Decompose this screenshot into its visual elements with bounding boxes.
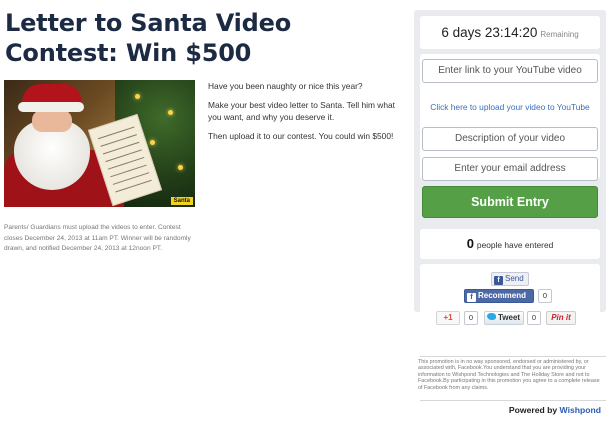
recommend-count: 0 — [538, 289, 552, 303]
santa-image: Santa — [4, 80, 195, 207]
tweet-button[interactable]: Tweet — [484, 311, 524, 325]
countdown-value: 6 days 23:14:20 — [441, 25, 538, 40]
tweet-label: Tweet — [498, 313, 521, 322]
description-line: Make your best video letter to Santa. Te… — [208, 100, 395, 122]
page-title: Letter to Santa Video Contest: Win $500 — [5, 9, 292, 67]
facebook-disclaimer: This promotion is in no way sponsored, e… — [418, 359, 600, 391]
tweet-count: 0 — [527, 311, 541, 325]
facebook-recommend-button[interactable]: f Recommend — [464, 289, 534, 303]
pinterest-pin-button[interactable]: Pin it — [546, 311, 576, 325]
santa-hat-brim — [18, 102, 84, 112]
divider — [420, 356, 606, 357]
tree-light — [178, 165, 183, 170]
description-line: Have you been naughty or nice this year? — [208, 81, 363, 91]
entries-label: people have entered — [476, 240, 554, 250]
powered-by-link[interactable]: Powered by Wishpond — [420, 405, 601, 415]
submit-entry-button[interactable]: Submit Entry — [422, 186, 598, 218]
entries-counter: 0 people have entered — [420, 229, 600, 259]
tree-light — [168, 110, 173, 115]
powered-by-prefix: Powered by — [508, 405, 558, 415]
contest-rules: Parents/ Guardians must upload the video… — [4, 224, 191, 252]
video-description-input[interactable]: Description of your video — [422, 127, 598, 151]
google-plus-button[interactable]: +1 — [436, 311, 460, 325]
tree-light — [150, 140, 155, 145]
upload-to-youtube-link[interactable]: Click here to upload your video to YouTu… — [422, 101, 598, 113]
facebook-send-label: Send — [505, 274, 524, 283]
divider — [420, 400, 606, 401]
twitter-bird-icon — [487, 313, 496, 320]
description-line: Then upload it to our contest. You could… — [208, 131, 394, 141]
image-tag: Santa — [170, 197, 193, 205]
facebook-recommend-label: Recommend — [478, 291, 527, 300]
countdown-timer: 6 days 23:14:20 Remaining — [420, 16, 600, 49]
facebook-icon: f — [467, 293, 476, 302]
email-input[interactable]: Enter your email address — [422, 157, 598, 181]
wishpond-brand: Wishpond — [559, 405, 601, 415]
facebook-send-button[interactable]: f Send — [491, 272, 529, 286]
countdown-label: Remaining — [540, 30, 579, 39]
facebook-icon: f — [494, 276, 503, 285]
contest-description: Have you been naughty or nice this year?… — [208, 80, 398, 149]
entries-count: 0 — [466, 236, 474, 251]
tree-light — [135, 94, 140, 99]
youtube-link-input[interactable]: Enter link to your YouTube video — [422, 59, 598, 83]
google-plus-count: 0 — [464, 311, 478, 325]
santa-face — [32, 110, 72, 132]
